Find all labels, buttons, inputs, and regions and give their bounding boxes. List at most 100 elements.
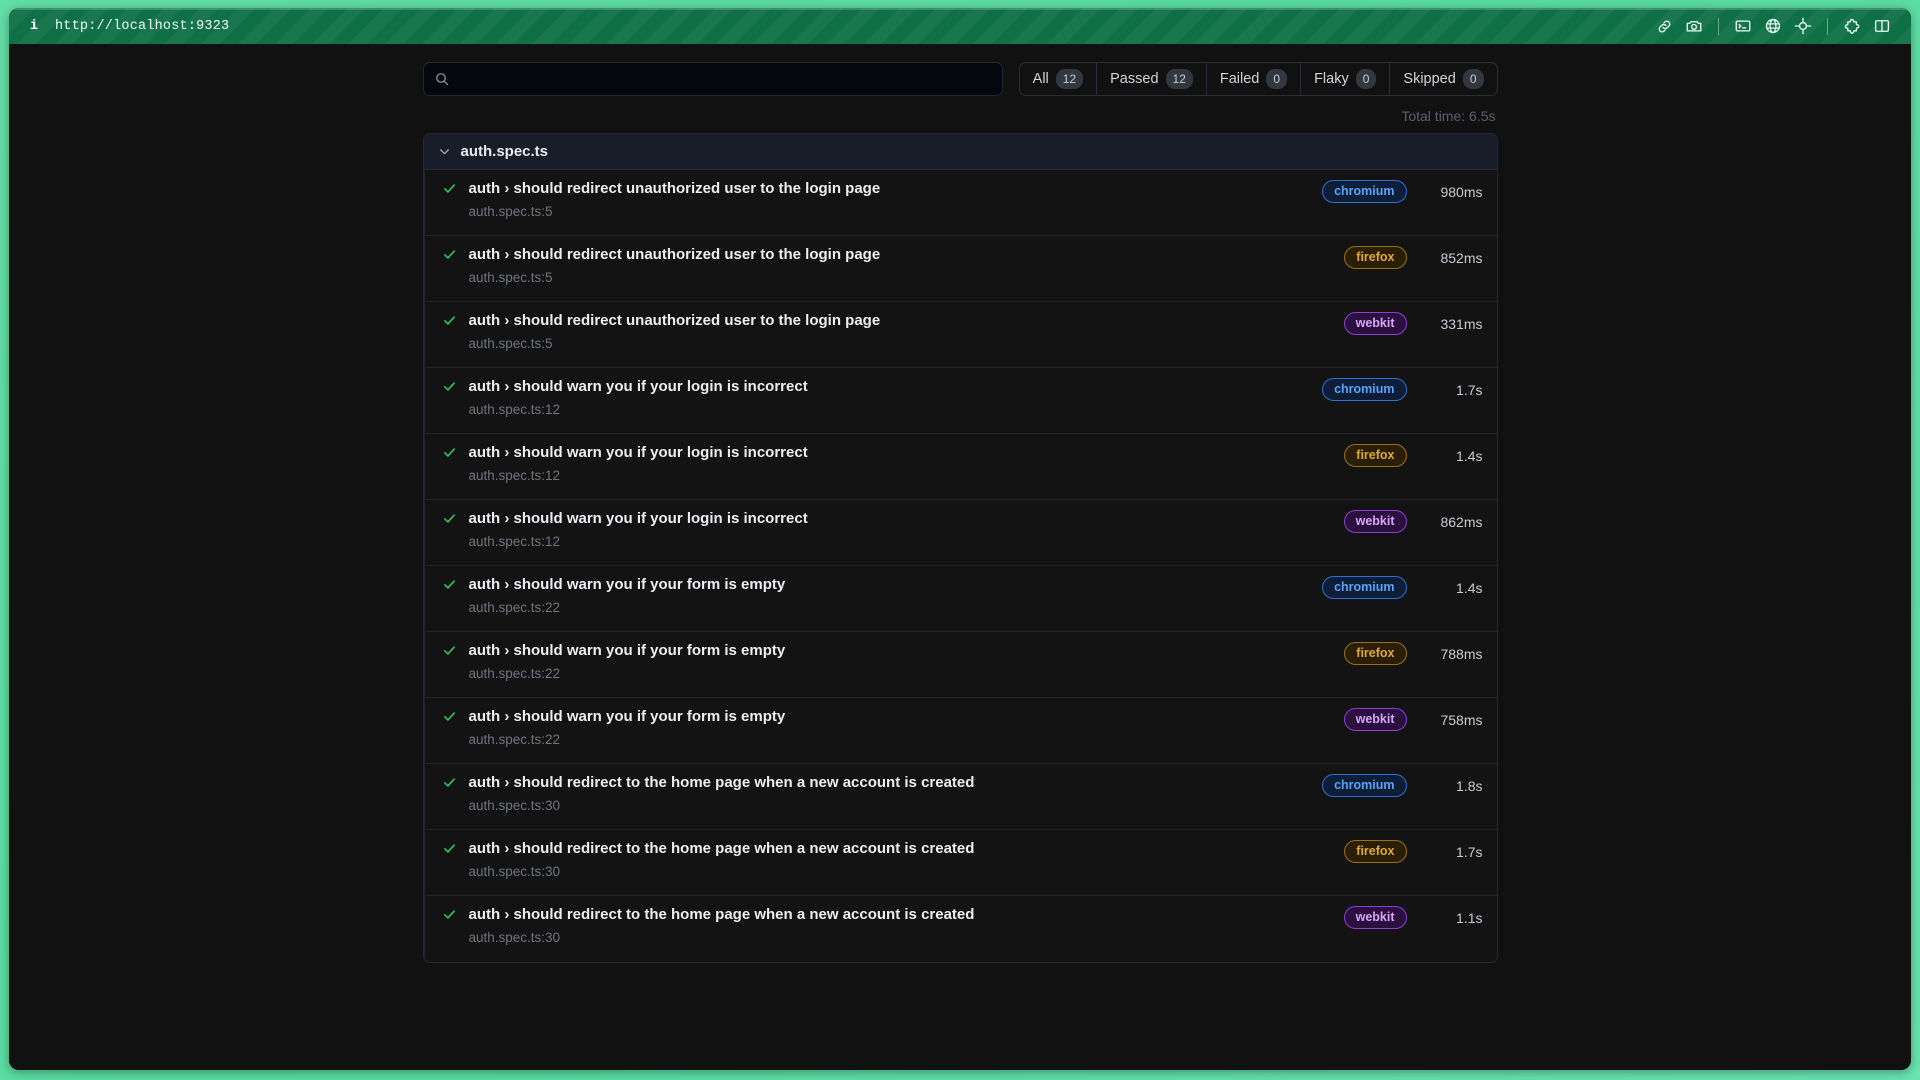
status-icon-passed bbox=[441, 379, 459, 394]
status-icon-passed bbox=[441, 775, 459, 790]
test-row[interactable]: auth › should redirect to the home page … bbox=[424, 830, 1497, 896]
test-row[interactable]: auth › should redirect to the home page … bbox=[424, 764, 1497, 830]
status-icon-passed bbox=[441, 577, 459, 592]
total-time: Total time: 6.5s bbox=[423, 108, 1498, 124]
filter-tab-skipped[interactable]: Skipped0 bbox=[1390, 63, 1496, 95]
test-meta: firefox 852ms bbox=[1344, 246, 1482, 269]
test-row[interactable]: auth › should redirect unauthorized user… bbox=[424, 302, 1497, 368]
browser-badge-webkit: webkit bbox=[1344, 510, 1407, 533]
test-meta: webkit331ms bbox=[1344, 312, 1483, 335]
browser-badge-firefox: firefox bbox=[1344, 642, 1406, 665]
browser-badge-chromium: chromium bbox=[1322, 180, 1406, 203]
status-icon-passed bbox=[441, 643, 459, 658]
search-box[interactable] bbox=[423, 62, 1003, 96]
test-row[interactable]: auth › should redirect unauthorized user… bbox=[424, 236, 1497, 302]
test-title: auth › should warn you if your login is … bbox=[469, 377, 1323, 397]
test-meta: chromium1.4s bbox=[1322, 576, 1482, 599]
test-main: auth › should redirect unauthorized user… bbox=[469, 179, 1323, 219]
check-icon bbox=[442, 643, 457, 658]
camera-icon[interactable] bbox=[1679, 13, 1709, 39]
filter-tab-label: All bbox=[1033, 71, 1049, 87]
test-location: auth.spec.ts:12 bbox=[469, 534, 1344, 549]
test-row[interactable]: auth › should warn you if your login is … bbox=[424, 368, 1497, 434]
check-icon bbox=[442, 247, 457, 262]
link-icon[interactable] bbox=[1649, 13, 1679, 39]
test-title: auth › should redirect unauthorized user… bbox=[469, 311, 1344, 331]
test-location: auth.spec.ts:30 bbox=[469, 930, 1344, 945]
test-main: auth › should warn you if your form is e… bbox=[469, 575, 1323, 615]
split-panel-icon[interactable] bbox=[1867, 13, 1897, 39]
test-row[interactable]: auth › should warn you if your form is e… bbox=[424, 566, 1497, 632]
test-row[interactable]: auth › should warn you if your login is … bbox=[424, 434, 1497, 500]
test-duration: 1.4s bbox=[1421, 580, 1483, 596]
test-title: auth › should redirect unauthorized user… bbox=[469, 179, 1323, 199]
test-duration: 788ms bbox=[1421, 646, 1483, 662]
test-main: auth › should warn you if your login is … bbox=[469, 443, 1345, 483]
filter-tab-label: Flaky bbox=[1314, 71, 1349, 87]
filter-tab-count: 12 bbox=[1166, 69, 1193, 89]
check-icon bbox=[442, 511, 457, 526]
test-duration: 852ms bbox=[1421, 250, 1483, 266]
info-icon[interactable]: i bbox=[27, 18, 41, 34]
test-main: auth › should warn you if your login is … bbox=[469, 377, 1323, 417]
test-row[interactable]: auth › should warn you if your form is e… bbox=[424, 698, 1497, 764]
test-main: auth › should redirect to the home page … bbox=[469, 905, 1344, 945]
filter-tab-flaky[interactable]: Flaky0 bbox=[1301, 63, 1390, 95]
results-panel: auth.spec.ts auth › should redirect unau… bbox=[423, 133, 1498, 963]
test-row[interactable]: auth › should redirect to the home page … bbox=[424, 896, 1497, 962]
filter-tab-count: 0 bbox=[1463, 69, 1484, 89]
status-icon-passed bbox=[441, 313, 459, 328]
check-icon bbox=[442, 709, 457, 724]
test-location: auth.spec.ts:22 bbox=[469, 666, 1345, 681]
test-row[interactable]: auth › should warn you if your form is e… bbox=[424, 632, 1497, 698]
url-bar: i http://localhost:9323 bbox=[9, 8, 1911, 44]
test-duration: 758ms bbox=[1421, 712, 1483, 728]
browser-badge-firefox: firefox bbox=[1344, 840, 1406, 863]
test-meta: firefox 788ms bbox=[1344, 642, 1482, 665]
browser-badge-firefox: firefox bbox=[1344, 246, 1406, 269]
test-location: auth.spec.ts:30 bbox=[469, 864, 1345, 879]
test-meta: chromium980ms bbox=[1322, 180, 1482, 203]
test-meta: webkit1.1s bbox=[1344, 906, 1483, 929]
check-icon bbox=[442, 907, 457, 922]
check-icon bbox=[442, 775, 457, 790]
test-row[interactable]: auth › should warn you if your login is … bbox=[424, 500, 1497, 566]
puzzle-icon[interactable] bbox=[1837, 13, 1867, 39]
terminal-icon[interactable] bbox=[1728, 13, 1758, 39]
toolbar-separator bbox=[1827, 18, 1828, 35]
url-text[interactable]: http://localhost:9323 bbox=[55, 19, 229, 34]
status-icon-passed bbox=[441, 907, 459, 922]
globe-icon[interactable] bbox=[1758, 13, 1788, 39]
chevron-down-icon[interactable] bbox=[438, 145, 451, 158]
status-icon-passed bbox=[441, 445, 459, 460]
test-meta: webkit758ms bbox=[1344, 708, 1483, 731]
test-duration: 1.7s bbox=[1421, 844, 1483, 860]
test-main: auth › should warn you if your form is e… bbox=[469, 641, 1345, 681]
check-icon bbox=[442, 313, 457, 328]
filter-tab-count: 0 bbox=[1266, 69, 1287, 89]
filter-tab-failed[interactable]: Failed0 bbox=[1207, 63, 1301, 95]
search-input[interactable] bbox=[458, 63, 992, 95]
test-title: auth › should redirect to the home page … bbox=[469, 905, 1344, 925]
filter-tab-label: Passed bbox=[1110, 71, 1158, 87]
report-body: All12Passed12Failed0Flaky0Skipped0 Total… bbox=[9, 44, 1911, 1070]
filter-tabs: All12Passed12Failed0Flaky0Skipped0 bbox=[1019, 62, 1498, 96]
test-meta: webkit862ms bbox=[1344, 510, 1483, 533]
status-icon-passed bbox=[441, 247, 459, 262]
check-icon bbox=[442, 379, 457, 394]
filter-tab-passed[interactable]: Passed 12 bbox=[1097, 63, 1207, 95]
target-icon[interactable] bbox=[1788, 13, 1818, 39]
test-main: auth › should redirect unauthorized user… bbox=[469, 311, 1344, 351]
test-meta: chromium1.7s bbox=[1322, 378, 1482, 401]
test-title: auth › should warn you if your form is e… bbox=[469, 575, 1323, 595]
toolbar-separator bbox=[1718, 18, 1719, 35]
test-row[interactable]: auth › should redirect unauthorized user… bbox=[424, 170, 1497, 236]
test-title: auth › should warn you if your form is e… bbox=[469, 641, 1345, 661]
browser-badge-chromium: chromium bbox=[1322, 774, 1406, 797]
test-title: auth › should redirect to the home page … bbox=[469, 773, 1323, 793]
browser-window: i http://localhost:9323 bbox=[9, 8, 1911, 1070]
browser-badge-webkit: webkit bbox=[1344, 906, 1407, 929]
file-group-header[interactable]: auth.spec.ts bbox=[424, 134, 1497, 170]
test-duration: 1.4s bbox=[1421, 448, 1483, 464]
filter-tab-all[interactable]: All12 bbox=[1020, 63, 1097, 95]
